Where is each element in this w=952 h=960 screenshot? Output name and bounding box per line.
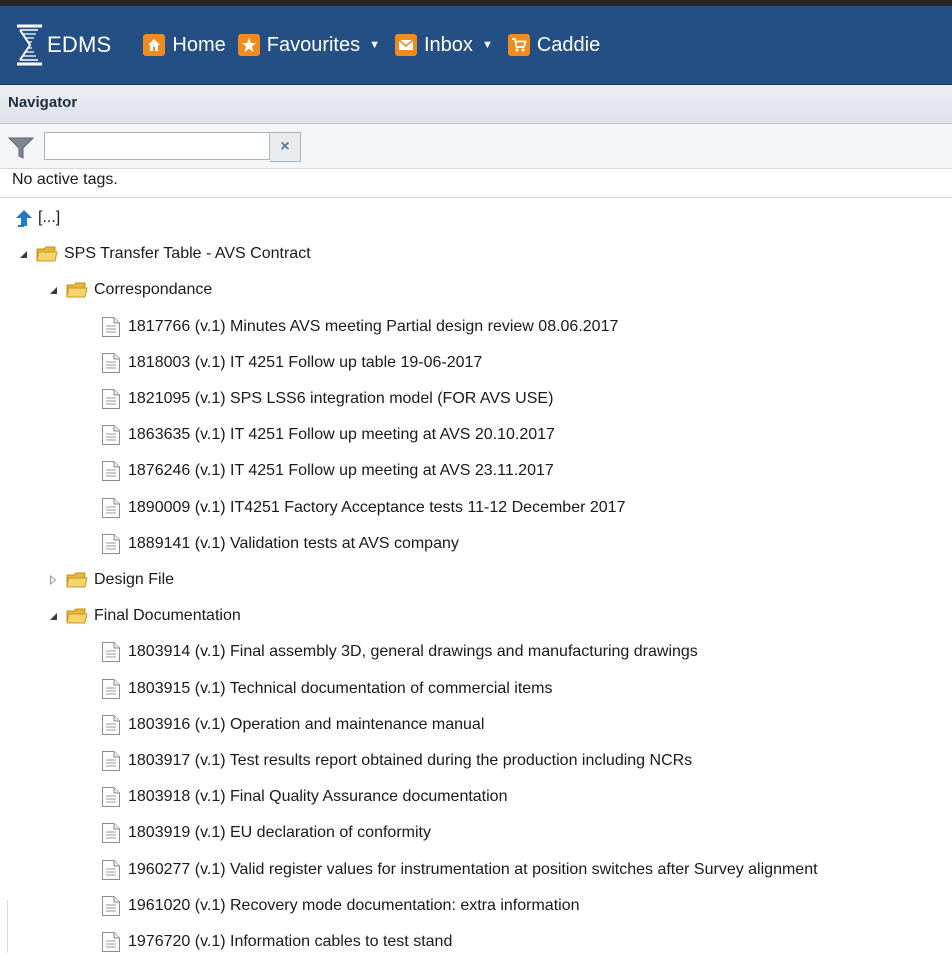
inbox-label: Inbox: [424, 33, 473, 56]
document-icon: [102, 678, 120, 699]
document-label[interactable]: 1818003 (v.1) IT 4251 Follow up table 19…: [128, 354, 482, 372]
document-icon: [102, 533, 120, 554]
navigator-title: Navigator: [8, 94, 78, 111]
folder-icon: [36, 246, 58, 262]
document-label[interactable]: 1876246 (v.1) IT 4251 Follow up meeting …: [128, 462, 554, 480]
document-label[interactable]: 1803918 (v.1) Final Quality Assurance do…: [128, 788, 507, 806]
edms-logo-icon: [17, 24, 42, 66]
tree-document[interactable]: 1961020 (v.1) Recovery mode documentatio…: [0, 888, 952, 924]
document-label[interactable]: 1890009 (v.1) IT4251 Factory Acceptance …: [128, 499, 625, 517]
filter-icon[interactable]: [8, 137, 34, 159]
main-menu: Home Favourites ▼ Inbox ▼ Caddie: [143, 34, 612, 57]
document-icon: [102, 642, 120, 663]
inbox-dropdown-icon[interactable]: ▼: [482, 39, 493, 51]
home-menu-item[interactable]: Home: [143, 33, 226, 57]
folder-icon: [66, 572, 88, 588]
clear-filter-button[interactable]: ×: [270, 132, 301, 162]
favourites-menu-item[interactable]: Favourites ▼: [237, 33, 383, 57]
tree-document[interactable]: 1863635 (v.1) IT 4251 Follow up meeting …: [0, 417, 952, 453]
tree-folder[interactable]: Correspondance: [0, 272, 952, 308]
caddie-label: Caddie: [536, 33, 601, 56]
tree-document[interactable]: 1876246 (v.1) IT 4251 Follow up meeting …: [0, 453, 952, 489]
cart-icon: [507, 34, 530, 56]
up-level-icon[interactable]: [14, 209, 34, 227]
mail-icon: [395, 34, 417, 56]
tree-document[interactable]: 1817766 (v.1) Minutes AVS meeting Partia…: [0, 309, 952, 345]
document-icon: [102, 352, 120, 373]
document-label[interactable]: 1803919 (v.1) EU declaration of conformi…: [128, 824, 431, 842]
tag-filter-input[interactable]: [44, 132, 270, 160]
expand-toggle-icon[interactable]: [46, 573, 60, 587]
folder-label[interactable]: Final Documentation: [94, 607, 241, 625]
tag-filter-bar: ×: [0, 124, 952, 169]
tree-document[interactable]: 1960277 (v.1) Valid register values for …: [0, 852, 952, 888]
tree-document[interactable]: 1803916 (v.1) Operation and maintenance …: [0, 707, 952, 743]
document-label[interactable]: 1961020 (v.1) Recovery mode documentatio…: [128, 897, 580, 915]
home-label: Home: [172, 33, 226, 56]
star-icon: [237, 34, 260, 56]
document-icon: [102, 389, 120, 409]
tree-document[interactable]: 1803914 (v.1) Final assembly 3D, general…: [0, 634, 952, 670]
tree-folder[interactable]: Final Documentation: [0, 598, 952, 634]
collapse-toggle-icon[interactable]: [46, 609, 60, 623]
caddie-menu-item[interactable]: Caddie: [507, 33, 601, 57]
document-icon: [102, 751, 120, 771]
document-icon: [102, 497, 120, 518]
app-name: EDMS: [47, 32, 112, 57]
favourites-dropdown-icon[interactable]: ▼: [369, 39, 380, 51]
tree-document[interactable]: 1818003 (v.1) IT 4251 Follow up table 19…: [0, 345, 952, 381]
divider: [0, 197, 952, 198]
edms-logo[interactable]: EDMS: [14, 23, 111, 67]
document-icon: [102, 316, 120, 337]
home-icon: [143, 34, 166, 56]
document-label[interactable]: 1889141 (v.1) Validation tests at AVS co…: [128, 535, 459, 553]
document-icon: [102, 787, 120, 808]
folder-icon: [66, 608, 88, 624]
parent-level-label[interactable]: [...]: [38, 209, 60, 227]
tree-document[interactable]: 1890009 (v.1) IT4251 Factory Acceptance …: [0, 490, 952, 526]
document-icon: [102, 895, 120, 916]
document-icon: [102, 461, 120, 482]
tree-document[interactable]: 1803918 (v.1) Final Quality Assurance do…: [0, 779, 952, 815]
tree-document[interactable]: 1803919 (v.1) EU declaration of conformi…: [0, 815, 952, 851]
top-navigation-bar: EDMS Home Favourites ▼ Inbox ▼ Caddie: [0, 6, 952, 85]
tree-document[interactable]: 1803917 (v.1) Test results report obtain…: [0, 743, 952, 779]
document-label[interactable]: 1803914 (v.1) Final assembly 3D, general…: [128, 643, 698, 661]
document-label[interactable]: 1960277 (v.1) Valid register values for …: [128, 861, 818, 879]
collapse-toggle-icon[interactable]: [16, 247, 30, 261]
parent-level-row[interactable]: [...]: [0, 200, 952, 236]
document-label[interactable]: 1803915 (v.1) Technical documentation of…: [128, 680, 553, 698]
left-border-line: [7, 900, 8, 953]
folder-icon: [66, 282, 88, 298]
tree-document[interactable]: 1821095 (v.1) SPS LSS6 integration model…: [0, 381, 952, 417]
document-icon: [102, 859, 120, 880]
document-label[interactable]: 1803917 (v.1) Test results report obtain…: [128, 752, 692, 770]
document-icon: [102, 425, 120, 446]
document-icon: [102, 823, 120, 844]
document-label[interactable]: 1863635 (v.1) IT 4251 Follow up meeting …: [128, 426, 555, 444]
inbox-menu-item[interactable]: Inbox ▼: [395, 34, 496, 57]
folder-label[interactable]: Correspondance: [94, 281, 212, 299]
document-label[interactable]: 1817766 (v.1) Minutes AVS meeting Partia…: [128, 318, 618, 336]
document-icon: [102, 714, 120, 735]
active-tags-status: No active tags.: [12, 171, 118, 188]
navigator-header: Navigator: [0, 85, 952, 124]
tree-document[interactable]: 1803915 (v.1) Technical documentation of…: [0, 671, 952, 707]
tree-document[interactable]: 1889141 (v.1) Validation tests at AVS co…: [0, 526, 952, 562]
document-label[interactable]: 1821095 (v.1) SPS LSS6 integration model…: [128, 390, 553, 408]
folder-label[interactable]: Design File: [94, 571, 174, 589]
tree-root-folder[interactable]: SPS Transfer Table - AVS Contract: [0, 236, 952, 272]
document-label[interactable]: 1803916 (v.1) Operation and maintenance …: [128, 716, 484, 734]
favourites-label: Favourites: [266, 33, 361, 56]
tree-document[interactable]: 1976720 (v.1) Information cables to test…: [0, 924, 952, 960]
collapse-toggle-icon[interactable]: [46, 283, 60, 297]
document-label[interactable]: 1976720 (v.1) Information cables to test…: [128, 933, 452, 951]
tree-folder[interactable]: Design File: [0, 562, 952, 598]
document-icon: [102, 932, 120, 952]
root-folder-label[interactable]: SPS Transfer Table - AVS Contract: [64, 245, 311, 263]
